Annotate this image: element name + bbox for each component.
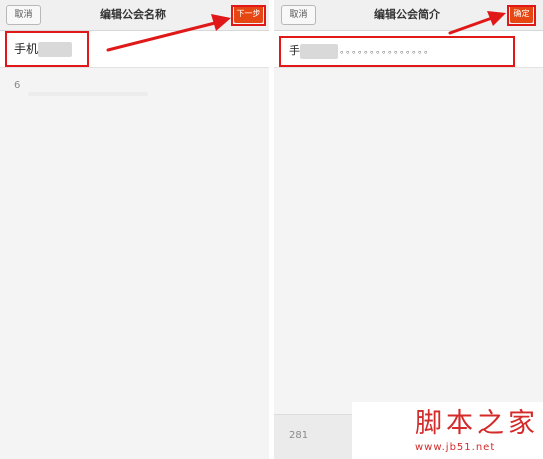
highlight-box-confirm-button bbox=[507, 5, 536, 26]
char-counter: 281 bbox=[289, 430, 309, 441]
cancel-button[interactable]: 取消 bbox=[281, 5, 316, 25]
page-title: 编辑公会简介 bbox=[374, 8, 440, 21]
header-bar: 取消 编辑公会简介 确定 bbox=[274, 0, 543, 31]
watermark-logo: 脚本之家 bbox=[415, 408, 539, 439]
edit-guild-name-screen: 取消 编辑公会名称 下一步 手机 6 bbox=[0, 0, 269, 459]
highlight-box-intro-input bbox=[279, 36, 515, 67]
cancel-button[interactable]: 取消 bbox=[6, 5, 41, 25]
page-title: 编辑公会名称 bbox=[100, 8, 166, 21]
faint-hint-line bbox=[28, 92, 148, 96]
watermark-url: www.jb51.net bbox=[415, 442, 496, 453]
highlight-box-next-button bbox=[231, 5, 266, 26]
edit-guild-intro-screen: 取消 编辑公会简介 确定 手。。。。。。。。。。。。。。。 281 bbox=[274, 0, 543, 459]
char-counter: 6 bbox=[14, 80, 21, 91]
highlight-box-name-input bbox=[5, 31, 89, 67]
header-bar: 取消 编辑公会名称 下一步 bbox=[0, 0, 269, 31]
